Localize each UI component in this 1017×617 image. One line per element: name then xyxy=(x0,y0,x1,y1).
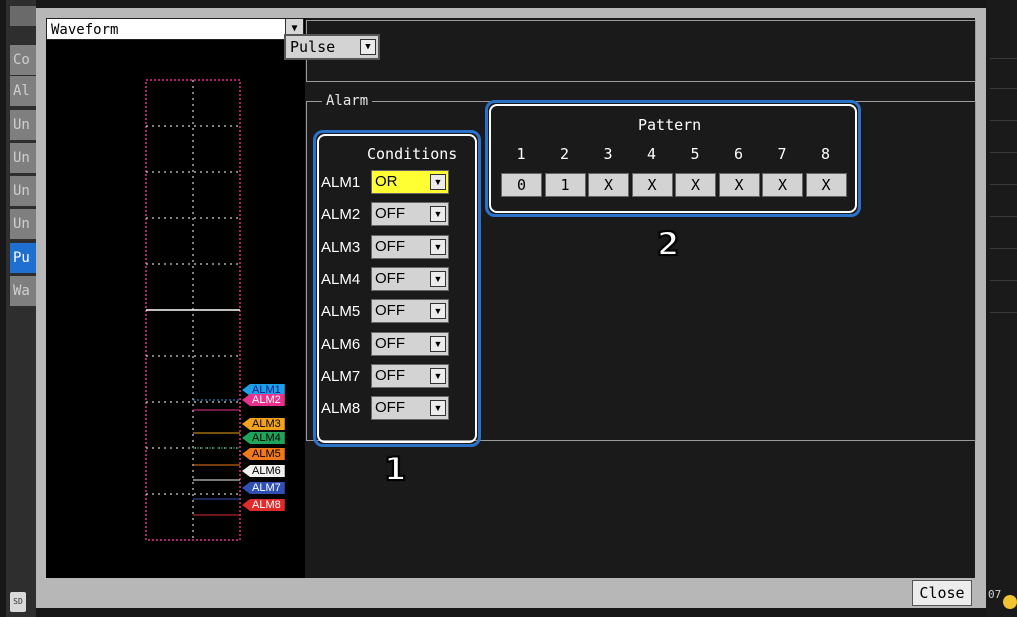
chevron-down-icon: ▼ xyxy=(430,206,446,223)
condition-row-label: ALM8 xyxy=(321,400,361,418)
condition-row-8: ALM8 OFF ▼ xyxy=(321,396,481,422)
tab-un-3[interactable]: Un xyxy=(10,176,36,206)
alarm-tag-2: ALM2 xyxy=(242,394,285,406)
sd-card-icon: SD xyxy=(10,592,26,612)
pattern-cell-5[interactable]: X xyxy=(675,173,716,197)
condition-row-label: ALM1 xyxy=(321,174,361,191)
pattern-number-2: 2 xyxy=(559,145,570,163)
condition-row-label: ALM4 xyxy=(321,270,361,288)
condition-row-label: ALM2 xyxy=(321,206,361,224)
pattern-number-5: 5 xyxy=(690,145,700,163)
condition-row-6: ALM6 OFF ▼ xyxy=(321,331,481,358)
tab-co[interactable]: Co xyxy=(10,45,36,75)
condition-select-alm5[interactable]: OFF ▼ xyxy=(371,299,449,324)
pattern-cell-4[interactable]: X xyxy=(631,173,673,197)
condition-select-alm7[interactable]: OFF ▼ xyxy=(371,363,449,388)
condition-select-value: OFF xyxy=(375,269,405,287)
tab-blank xyxy=(10,6,36,26)
condition-select-alm6[interactable]: OFF ▼ xyxy=(371,331,449,356)
alarm-tag-4: ALM4 xyxy=(242,432,285,444)
condition-select-value: OFF xyxy=(375,334,405,352)
condition-select-value: OR xyxy=(375,173,398,190)
close-button[interactable]: Close xyxy=(912,580,972,606)
tab-pu[interactable]: Pu xyxy=(10,243,36,273)
condition-select-value: OFF xyxy=(375,399,405,417)
pattern-number-4: 4 xyxy=(646,145,657,163)
conditions-title: Conditions xyxy=(367,145,458,163)
alarm-tag-6: ALM6 xyxy=(242,465,285,477)
waveform-graph xyxy=(145,79,241,541)
chevron-down-icon: ▼ xyxy=(430,238,446,255)
condition-row-4: ALM4 OFF ▼ xyxy=(321,266,481,293)
chevron-down-icon: ▼ xyxy=(430,367,446,384)
condition-row-7: ALM7 OFF ▼ xyxy=(321,363,481,390)
pattern-number-1: 1 xyxy=(516,145,526,163)
condition-select-value: OFF xyxy=(375,237,405,255)
status-corner: 07 xyxy=(986,584,1017,617)
alarm-group-label: Alarm xyxy=(322,93,373,109)
pattern-cell-7[interactable]: X xyxy=(762,173,803,197)
condition-select-alm4[interactable]: OFF ▼ xyxy=(371,266,449,291)
conditions-list: ALM1 OR ▼ ALM2 OFF ▼ ALM3 OFF ▼ ALM4 OFF ▼ ALM5 OFF ▼ A… xyxy=(321,170,481,440)
pulse-selector-value: Pulse xyxy=(290,38,336,56)
waveform-panel: Waveform ▼ ALM1 ALM2 ALM3 ALM4 ALM5 ALM6… xyxy=(46,18,306,578)
condition-row-3: ALM3 OFF ▼ xyxy=(321,234,481,261)
tab-un-2[interactable]: Un xyxy=(10,143,36,173)
tab-un-1[interactable]: Un xyxy=(10,110,36,140)
chevron-down-icon: ▼ xyxy=(430,270,446,287)
condition-select-value: OFF xyxy=(375,302,405,320)
condition-row-1: ALM1 OR ▼ xyxy=(321,170,481,196)
waveform-selector[interactable]: Waveform ▼ xyxy=(46,18,304,40)
pattern-cell-6[interactable]: X xyxy=(718,173,760,197)
tab-wa[interactable]: Wa xyxy=(10,276,36,306)
condition-row-label: ALM3 xyxy=(321,238,361,256)
condition-row-label: ALM5 xyxy=(321,303,361,321)
chevron-down-icon: ▼ xyxy=(360,39,376,55)
pattern-cell-2[interactable]: 1 xyxy=(544,173,586,197)
alarm-tag-7: ALM7 xyxy=(242,482,285,494)
waveform-selector-value: Waveform xyxy=(51,22,119,38)
status-indicator-icon xyxy=(1003,595,1017,609)
device-screen: Co Al Un Un Un Un Pu Wa SD 07 Waveform ▼ xyxy=(0,0,1017,617)
pattern-title: Pattern xyxy=(638,116,702,134)
condition-select-value: OFF xyxy=(375,366,405,384)
tab-un-4[interactable]: Un xyxy=(10,209,36,239)
chevron-down-icon: ▼ xyxy=(430,303,446,320)
alarm-tag-3: ALM3 xyxy=(242,418,285,430)
alarm-tag-8: ALM8 xyxy=(242,499,285,511)
pulse-selector[interactable]: Pulse ▼ xyxy=(284,34,380,60)
condition-select-alm8[interactable]: OFF ▼ xyxy=(371,396,449,421)
condition-row-label: ALM6 xyxy=(321,335,361,353)
condition-select-alm3[interactable]: OFF ▼ xyxy=(371,234,449,259)
pattern-number-6: 6 xyxy=(733,145,744,163)
side-tab-bar: Co Al Un Un Un Un Pu Wa xyxy=(6,0,36,617)
corner-text: 07 xyxy=(988,588,1002,601)
condition-select-alm2[interactable]: OFF ▼ xyxy=(371,202,449,227)
condition-row-2: ALM2 OFF ▼ xyxy=(321,202,481,228)
callout-badge-1: 1 xyxy=(383,449,407,489)
condition-select-value: OFF xyxy=(375,205,405,223)
callout-badge-2: 2 xyxy=(656,224,680,264)
chevron-down-icon: ▼ xyxy=(430,400,446,417)
pattern-cell-1[interactable]: 0 xyxy=(501,173,542,197)
right-side-list xyxy=(986,0,1017,617)
pulse-group xyxy=(306,20,976,82)
chevron-down-icon: ▼ xyxy=(430,174,446,190)
condition-row-5: ALM5 OFF ▼ xyxy=(321,299,481,325)
alarm-tag-5: ALM5 xyxy=(242,448,285,460)
pattern-number-8: 8 xyxy=(820,145,831,163)
chevron-down-icon: ▼ xyxy=(430,335,446,352)
pattern-number-7: 7 xyxy=(777,145,787,163)
pattern-number-3: 3 xyxy=(603,145,613,163)
pattern-cell-8[interactable]: X xyxy=(805,173,847,197)
pattern-cell-3[interactable]: X xyxy=(588,173,629,197)
condition-select-alm1[interactable]: OR ▼ xyxy=(371,170,449,194)
tab-al[interactable]: Al xyxy=(10,76,36,106)
condition-row-label: ALM7 xyxy=(321,367,361,385)
